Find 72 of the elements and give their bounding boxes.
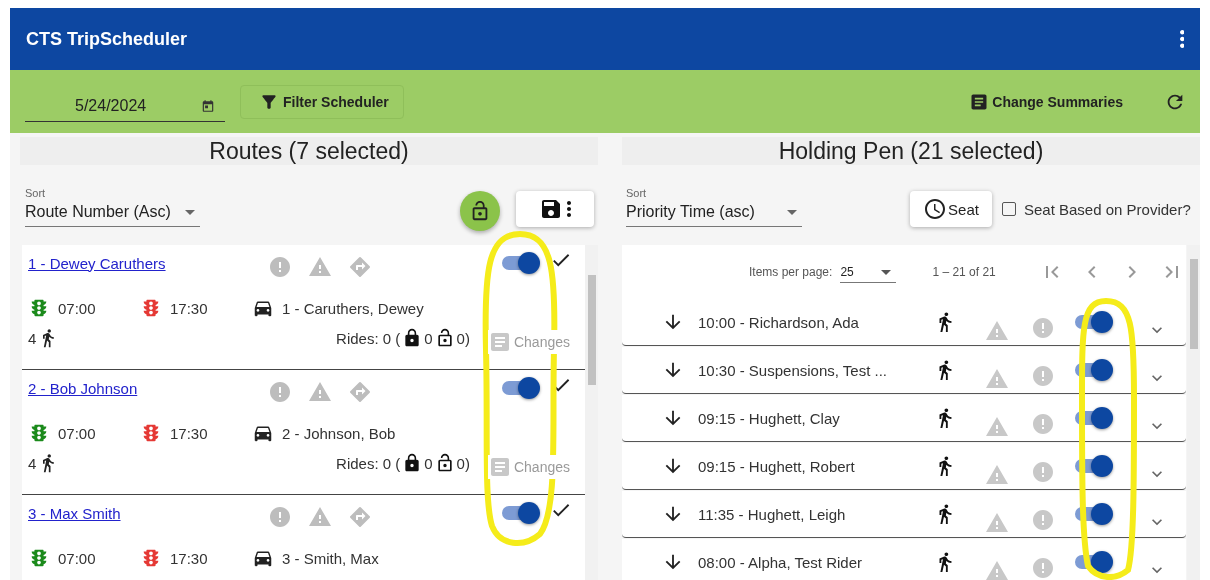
dropdown-arrow-icon xyxy=(787,209,797,215)
scrollbar[interactable] xyxy=(585,245,598,580)
toggle-switch[interactable] xyxy=(502,502,540,524)
sort-dropdown[interactable]: Sort Route Number (Asc) xyxy=(25,187,200,227)
warning-icon xyxy=(985,415,1009,439)
page-size-dropdown[interactable]: 25 xyxy=(840,265,897,283)
dropdown-arrow-icon xyxy=(185,209,195,215)
start-time: 07:00 xyxy=(58,299,96,317)
driver-name: 2 - Johnson, Bob xyxy=(282,424,396,442)
change-summaries-button[interactable]: Change Summaries xyxy=(965,87,1127,116)
diamond-arrow-icon xyxy=(348,380,372,404)
toggle-switch[interactable] xyxy=(1075,551,1113,573)
trip-label: 09:15 - Hughett, Clay xyxy=(698,409,841,427)
warning-icon xyxy=(985,319,1009,343)
provider-checkbox[interactable]: Seat Based on Provider? xyxy=(1002,191,1191,227)
warning-icon xyxy=(985,367,1009,391)
unlocked-count: 0) xyxy=(456,329,470,347)
more-vertical-icon xyxy=(567,201,571,217)
end-time: 17:30 xyxy=(170,549,208,567)
toggle-switch[interactable] xyxy=(1075,503,1113,525)
start-time: 07:00 xyxy=(58,549,96,567)
rides-label: Rides: 0 ( xyxy=(336,454,401,472)
end-time: 17:30 xyxy=(170,299,208,317)
trip-label: 10:30 - Suspensions, Test ... xyxy=(698,361,888,379)
trip-label: 08:00 - Alpha, Test Rider xyxy=(698,553,863,571)
locked-count: 0 xyxy=(424,329,433,347)
locked-count: 0 xyxy=(424,454,433,472)
toggle-switch[interactable] xyxy=(502,252,540,274)
passenger-count: 4 xyxy=(28,329,37,347)
clock-icon xyxy=(923,197,948,221)
route-link[interactable]: 2 - Bob Johnson xyxy=(28,379,268,397)
items-per-page-label: Items per page: xyxy=(749,265,833,279)
diamond-arrow-icon xyxy=(348,505,372,529)
date-field[interactable]: 5/24/2024 xyxy=(25,91,225,122)
warning-icon xyxy=(308,255,332,279)
lock-toggle-button[interactable] xyxy=(460,191,500,231)
calendar-icon[interactable] xyxy=(201,99,216,113)
trip-label: 09:15 - Hughett, Robert xyxy=(698,457,856,475)
toggle-switch[interactable] xyxy=(1075,311,1113,333)
app-title: CTS TripScheduler xyxy=(26,28,188,50)
driver-name: 1 - Caruthers, Dewey xyxy=(282,299,424,317)
route-link[interactable]: 3 - Max Smith xyxy=(28,504,268,522)
filter-scheduler-button[interactable]: Filter Scheduler xyxy=(240,84,404,119)
warning-icon xyxy=(308,380,332,404)
scrollbar[interactable] xyxy=(1187,245,1200,580)
panel-title: Holding Pen (21 selected) xyxy=(622,137,1200,165)
seat-button[interactable]: Seat xyxy=(910,191,992,227)
trip-label: 11:35 - Hughett, Leigh xyxy=(698,505,847,523)
rides-label: Rides: 0 ( xyxy=(336,329,401,347)
toggle-switch[interactable] xyxy=(1075,455,1113,477)
warning-icon xyxy=(985,511,1009,535)
driver-name: 3 - Smith, Max xyxy=(282,549,379,567)
route-link[interactable]: 1 - Dewey Caruthers xyxy=(28,254,268,272)
passenger-count: 4 xyxy=(28,454,37,472)
toggle-switch[interactable] xyxy=(1075,407,1113,429)
toggle-switch[interactable] xyxy=(502,377,540,399)
panel-title: Routes (7 selected) xyxy=(20,137,598,165)
page-range: 1 – 21 of 21 xyxy=(932,265,996,279)
start-time: 07:00 xyxy=(58,424,96,442)
warning-icon xyxy=(308,505,332,529)
trip-label: 10:00 - Richardson, Ada xyxy=(698,313,860,331)
warning-icon xyxy=(985,463,1009,487)
end-time: 17:30 xyxy=(170,424,208,442)
warning-icon xyxy=(985,559,1009,580)
more-menu-icon[interactable] xyxy=(1179,30,1184,48)
sort-dropdown[interactable]: Sort Priority Time (asc) xyxy=(626,187,802,227)
dropdown-arrow-icon xyxy=(881,269,892,275)
unlocked-count: 0) xyxy=(456,454,470,472)
toggle-switch[interactable] xyxy=(1075,359,1113,381)
diamond-arrow-icon xyxy=(348,255,372,279)
save-menu-button[interactable] xyxy=(516,191,594,227)
save-icon xyxy=(539,197,563,221)
